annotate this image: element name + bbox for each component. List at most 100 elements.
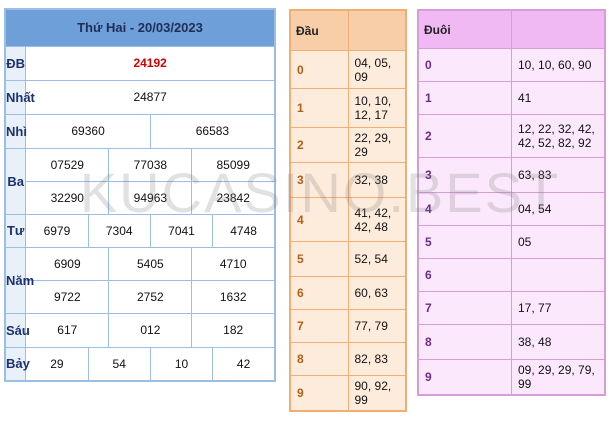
- duoi-value: 04, 54: [511, 192, 606, 227]
- prize-value: 69360: [25, 113, 151, 149]
- prize-label: Năm: [4, 246, 34, 314]
- prize-value: 4748: [212, 213, 276, 248]
- dau-value: 77, 79: [347, 309, 407, 344]
- dau-table: Đầu 0 04, 05, 09 1 10, 10, 12, 17 2 22, 29, 2…: [289, 9, 407, 412]
- duoi-key: 0: [417, 48, 512, 83]
- prize-value: 10: [149, 346, 214, 382]
- table-row: Nhất 24877: [4, 79, 276, 115]
- table-header-date: Thứ Hai - 20/03/2023: [4, 8, 276, 47]
- dau-header: Đầu: [289, 9, 349, 52]
- duoi-key: 1: [417, 81, 512, 116]
- prize-label: Tư: [4, 213, 27, 248]
- table-row: 9 09, 29, 29, 79, 99: [417, 359, 606, 396]
- duoi-value: 10, 10, 60, 90: [511, 48, 606, 83]
- dau-key: 4: [289, 197, 349, 242]
- prize-value: 23842: [191, 180, 276, 215]
- duoi-key: 2: [417, 114, 512, 159]
- dau-header-blank: [347, 9, 407, 52]
- duoi-value: [511, 258, 606, 293]
- dau-value: 60, 63: [347, 275, 407, 311]
- duoi-key: 5: [417, 225, 512, 260]
- table-row: 6: [417, 258, 606, 293]
- prize-label: ĐB: [4, 45, 27, 81]
- prize-value: 2752: [108, 279, 193, 314]
- table-row: Ba 07529 77038 85099: [4, 147, 276, 215]
- prize-value: 07529: [25, 147, 110, 182]
- duoi-key: 4: [417, 192, 512, 227]
- duoi-value: 38, 48: [511, 324, 606, 361]
- prize-value: 7041: [149, 213, 214, 248]
- special-prize-value: 24192: [25, 45, 276, 81]
- prize-label: Ba: [4, 147, 27, 215]
- duoi-value: 09, 29, 29, 79, 99: [511, 359, 606, 396]
- prize-label: Bảy: [4, 346, 30, 382]
- dau-value: 04, 05, 09: [347, 50, 407, 89]
- table-row: 32290 94963 23842: [5, 180, 276, 215]
- dau-value: 32, 38: [347, 162, 407, 199]
- dau-key: 8: [289, 342, 349, 377]
- prize-value: 29: [25, 346, 89, 382]
- prize-table: Thứ Hai - 20/03/2023 ĐB 24192 Nhất 24877…: [4, 8, 276, 382]
- duoi-header-blank: [511, 9, 606, 50]
- prize-label: Sáu: [4, 312, 30, 348]
- prize-value: 42: [212, 346, 276, 382]
- dau-value: 10, 10, 12, 17: [347, 87, 407, 128]
- duoi-key: 7: [417, 291, 512, 326]
- prize-value: 4710: [191, 246, 276, 281]
- prize-value: 77038: [108, 147, 193, 182]
- prize-label: Nhất: [4, 79, 35, 115]
- prize-value: 54: [87, 346, 151, 382]
- prize-value: 6979: [25, 213, 89, 248]
- dau-key: 1: [289, 87, 349, 128]
- prize-value: 94963: [108, 180, 193, 215]
- prize-value: 1632: [191, 279, 276, 314]
- table-row: 5 52, 54: [289, 240, 407, 277]
- prize-label: Nhì: [4, 113, 27, 149]
- dau-value: 90, 92, 99: [347, 375, 407, 412]
- duoi-value: 17, 77: [511, 291, 606, 326]
- table-row: Năm 6909 5405 4710: [4, 246, 276, 314]
- table-row: 6 60, 63: [289, 275, 407, 311]
- dau-key: 5: [289, 240, 349, 277]
- table-row: 7 17, 77: [417, 291, 606, 326]
- table-row: 0 04, 05, 09: [289, 50, 407, 89]
- prize-value: 6909: [25, 246, 110, 281]
- dau-value: 52, 54: [347, 240, 407, 277]
- prize-value: 24877: [25, 79, 276, 115]
- dau-key: 0: [289, 50, 349, 89]
- duoi-table: Đuôi 0 10, 10, 60, 90 1 41 2 12, 22, 32, 42, …: [417, 9, 606, 396]
- prize-value: 182: [191, 312, 276, 348]
- dau-key: 2: [289, 126, 349, 164]
- duoi-value: 12, 22, 32, 42, 42, 52, 82, 92: [511, 114, 606, 159]
- table-row: 3 32, 38: [289, 162, 407, 199]
- table-row: 4 04, 54: [417, 192, 606, 227]
- dau-value: 41, 42, 42, 48: [347, 197, 407, 242]
- table-row: 1 41: [417, 81, 606, 116]
- table-row: 1 10, 10, 12, 17: [289, 87, 407, 128]
- dau-key: 6: [289, 275, 349, 311]
- table-row: 5 05: [417, 225, 606, 260]
- prize-value: 85099: [191, 147, 276, 182]
- duoi-value: 41: [511, 81, 606, 116]
- prize-value: 66583: [149, 113, 276, 149]
- duoi-key: 3: [417, 157, 512, 194]
- table-row: 2 12, 22, 32, 42, 42, 52, 82, 92: [417, 114, 606, 159]
- table-row: 9722 2752 1632: [5, 279, 276, 314]
- prize-value: 32290: [25, 180, 110, 215]
- prize-value: 9722: [25, 279, 110, 314]
- dau-key: 9: [289, 375, 349, 412]
- dau-value: 82, 83: [347, 342, 407, 377]
- dau-key: 7: [289, 309, 349, 344]
- duoi-key: 6: [417, 258, 512, 293]
- table-row: 8 38, 48: [417, 324, 606, 361]
- prize-value: 7304: [87, 213, 151, 248]
- dau-value: 22, 29, 29: [347, 126, 407, 164]
- table-row: 0 10, 10, 60, 90: [417, 48, 606, 83]
- duoi-key: 9: [417, 359, 512, 396]
- duoi-header: Đuôi: [417, 9, 512, 50]
- table-row: 8 82, 83: [289, 342, 407, 377]
- table-row: 2 22, 29, 29: [289, 126, 407, 164]
- duoi-value: 05: [511, 225, 606, 260]
- prize-value: 617: [25, 312, 110, 348]
- table-row: ĐB 24192: [4, 45, 276, 81]
